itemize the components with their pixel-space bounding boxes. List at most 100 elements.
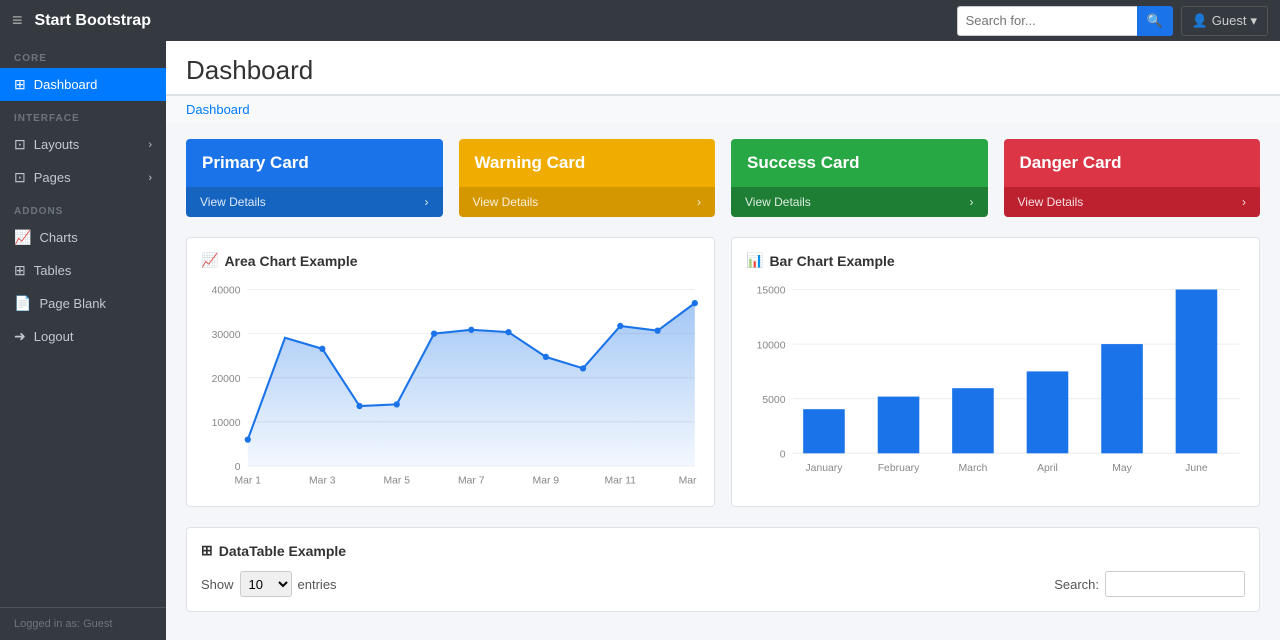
chevron-right-icon: ›	[697, 195, 701, 209]
svg-text:January: January	[805, 463, 843, 474]
show-entries: Show 10 25 50 100 entries	[201, 571, 337, 597]
bar-january	[803, 409, 845, 453]
svg-text:40000: 40000	[212, 286, 241, 297]
datatable-title: ⊞ DataTable Example	[201, 542, 1245, 559]
app-body: CORE ⊞ Dashboard INTERFACE ⊡ Layouts › ⊡…	[0, 41, 1280, 640]
chevron-right-icon: ›	[970, 195, 974, 209]
chevron-right-icon: ›	[148, 172, 152, 184]
card-danger-title: Danger Card	[1004, 139, 1261, 187]
sidebar-item-label: Charts	[39, 230, 77, 245]
sidebar-item-label: Dashboard	[34, 77, 98, 92]
datatable-search-input[interactable]	[1105, 571, 1245, 597]
sidebar-item-label: Layouts	[34, 137, 80, 152]
card-success-title: Success Card	[731, 139, 988, 187]
svg-text:15000: 15000	[757, 286, 786, 297]
sidebar-item-dashboard[interactable]: ⊞ Dashboard	[0, 68, 166, 101]
svg-text:Mar 9: Mar 9	[533, 476, 560, 487]
svg-text:5000: 5000	[762, 395, 785, 406]
bar-february	[878, 397, 920, 454]
sidebar-item-label: Logout	[34, 329, 74, 344]
cards-row: Primary Card View Details › Warning Card…	[186, 139, 1260, 217]
entries-select[interactable]: 10 25 50 100	[240, 571, 292, 597]
chevron-right-icon: ›	[148, 139, 152, 151]
sidebar: CORE ⊞ Dashboard INTERFACE ⊡ Layouts › ⊡…	[0, 41, 166, 640]
card-warning: Warning Card View Details ›	[459, 139, 716, 217]
svg-text:February: February	[878, 463, 920, 474]
datatable-controls: Show 10 25 50 100 entries Search:	[201, 571, 1245, 597]
search-icon: 🔍	[1147, 13, 1163, 28]
page-header: Dashboard	[166, 41, 1280, 95]
sidebar-item-pages[interactable]: ⊡ Pages ›	[0, 161, 166, 194]
svg-text:Mar 7: Mar 7	[458, 476, 485, 487]
brand-logo[interactable]: Start Bootstrap	[35, 12, 151, 30]
sidebar-item-tables[interactable]: ⊞ Tables	[0, 254, 166, 287]
bar-june	[1176, 290, 1218, 454]
svg-text:30000: 30000	[212, 330, 241, 341]
area-chart-panel: 📈 Area Chart Example 40000 30000 20000	[186, 237, 715, 507]
datatable-panel: ⊞ DataTable Example Show 10 25 50 100 en…	[186, 527, 1260, 612]
card-danger: Danger Card View Details ›	[1004, 139, 1261, 217]
svg-text:10000: 10000	[212, 418, 241, 429]
svg-text:Mar 3: Mar 3	[309, 476, 336, 487]
bar-april	[1027, 371, 1069, 453]
pages-icon: ⊡	[14, 169, 26, 186]
sidebar-item-label: Tables	[34, 263, 72, 278]
card-primary-link[interactable]: View Details ›	[186, 187, 443, 217]
card-danger-link[interactable]: View Details ›	[1004, 187, 1261, 217]
charts-row: 📈 Area Chart Example 40000 30000 20000	[186, 237, 1260, 507]
svg-text:March: March	[959, 463, 988, 474]
search-button[interactable]: 🔍	[1137, 6, 1173, 36]
card-warning-link[interactable]: View Details ›	[459, 187, 716, 217]
user-label: Guest	[1212, 13, 1247, 28]
svg-text:May: May	[1112, 463, 1132, 474]
svg-text:Mar 13: Mar 13	[679, 476, 700, 487]
card-primary-title: Primary Card	[186, 139, 443, 187]
dashboard-icon: ⊞	[14, 76, 26, 93]
navbar: ≡ Start Bootstrap 🔍 👤 Guest ▾	[0, 0, 1280, 41]
page-blank-icon: 📄	[14, 295, 31, 312]
sidebar-toggle-button[interactable]: ≡	[12, 10, 23, 31]
card-success-link[interactable]: View Details ›	[731, 187, 988, 217]
sidebar-section-addons: ADDONS	[0, 194, 166, 221]
svg-text:0: 0	[780, 449, 786, 460]
sidebar-item-page-blank[interactable]: 📄 Page Blank	[0, 287, 166, 320]
datatable-search: Search:	[1054, 571, 1245, 597]
chevron-right-icon: ›	[1242, 195, 1246, 209]
main-content: Dashboard Dashboard Primary Card View De…	[166, 41, 1280, 640]
sidebar-item-layouts[interactable]: ⊡ Layouts ›	[0, 128, 166, 161]
layouts-icon: ⊡	[14, 136, 26, 153]
bar-chart-icon: 📊	[746, 252, 763, 269]
sidebar-item-label: Page Blank	[39, 296, 106, 311]
bar-chart-panel: 📊 Bar Chart Example 15000 10000 5000 0	[731, 237, 1260, 507]
user-menu-button[interactable]: 👤 Guest ▾	[1181, 6, 1268, 36]
entries-label: entries	[298, 577, 337, 592]
svg-text:10000: 10000	[757, 340, 786, 351]
tables-icon: ⊞	[14, 262, 26, 279]
sidebar-item-charts[interactable]: 📈 Charts	[0, 221, 166, 254]
bar-chart-title: 📊 Bar Chart Example	[746, 252, 1245, 269]
sidebar-section-interface: INTERFACE	[0, 101, 166, 128]
breadcrumb: Dashboard	[166, 95, 1280, 123]
chevron-right-icon: ›	[425, 195, 429, 209]
sidebar-item-label: Pages	[34, 170, 71, 185]
page-title: Dashboard	[186, 55, 1260, 86]
svg-text:Mar 1: Mar 1	[235, 476, 262, 487]
card-success: Success Card View Details ›	[731, 139, 988, 217]
user-icon: 👤	[1192, 13, 1208, 29]
logout-icon: ➜	[14, 328, 26, 345]
sidebar-section-core: CORE	[0, 41, 166, 68]
bar-chart-svg: 15000 10000 5000 0 January February	[746, 279, 1245, 489]
card-primary: Primary Card View Details ›	[186, 139, 443, 217]
show-label: Show	[201, 577, 234, 592]
area-chart-icon: 📈	[201, 252, 218, 269]
search-form: 🔍	[957, 6, 1173, 36]
svg-text:April: April	[1037, 463, 1058, 474]
chevron-down-icon: ▾	[1250, 13, 1257, 29]
bar-may	[1101, 344, 1143, 453]
bar-march	[952, 388, 994, 453]
card-warning-title: Warning Card	[459, 139, 716, 187]
sidebar-item-logout[interactable]: ➜ Logout	[0, 320, 166, 353]
area-chart-title: 📈 Area Chart Example	[201, 252, 700, 269]
search-input[interactable]	[957, 6, 1137, 36]
charts-icon: 📈	[14, 229, 31, 246]
